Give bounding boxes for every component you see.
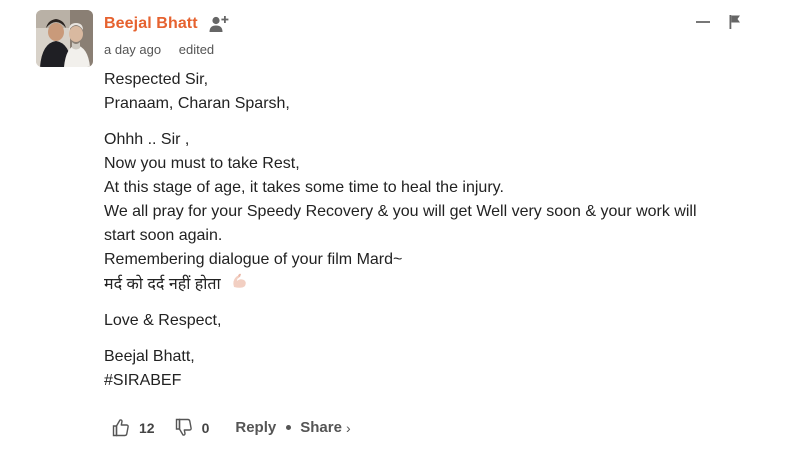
minus-icon[interactable]: [695, 14, 711, 30]
author-name[interactable]: Beejal Bhatt: [104, 15, 198, 33]
body-line: Ohhh .. Sir ,: [104, 131, 190, 148]
avatar[interactable]: [36, 10, 93, 67]
body-line: Beejal Bhatt,: [104, 348, 195, 365]
dislike-button[interactable]: 0: [175, 418, 210, 437]
add-user-icon[interactable]: [209, 15, 229, 33]
share-label: Share: [300, 419, 342, 436]
body-line: start soon again.: [104, 227, 223, 244]
body-line: Respected Sir,: [104, 71, 209, 88]
body-line-hindi: मर्द को दर्द नहीं होता: [104, 272, 744, 297]
body-line: #SIRABEF: [104, 372, 182, 389]
body-line: Now you must to take Rest,: [104, 155, 300, 172]
body-line: Remembering dialogue of your film Mard~: [104, 251, 403, 268]
comment-actions: [695, 14, 741, 30]
like-button[interactable]: 12: [112, 418, 155, 437]
avatar-photo: [36, 10, 93, 67]
thumbs-down-icon: [175, 418, 192, 436]
body-line: At this stage of age, it takes some time…: [104, 179, 504, 196]
comment-body: Respected Sir, Pranaam, Charan Sparsh, O…: [104, 68, 744, 393]
hindi-text: मर्द को दर्द नहीं होता: [104, 276, 221, 293]
separator-dot: [286, 425, 292, 430]
comment: Beejal Bhatt a day ago edited Respected …: [0, 0, 785, 450]
edited-label: edited: [178, 42, 215, 57]
body-line: We all pray for your Speedy Recovery & y…: [104, 203, 697, 220]
comment-meta: a day ago edited: [104, 42, 214, 57]
author-row: Beejal Bhatt: [104, 13, 229, 35]
chevron-right-icon: ›: [345, 419, 351, 436]
body-line: Pranaam, Charan Sparsh,: [104, 95, 290, 112]
like-count: 12: [139, 419, 155, 436]
timestamp[interactable]: a day ago: [104, 42, 161, 57]
thumbs-up-icon: [112, 419, 129, 437]
body-line: Love & Respect,: [104, 312, 222, 329]
flexed-biceps-emoji: [233, 273, 246, 288]
reply-button[interactable]: Reply: [235, 419, 276, 436]
share-button[interactable]: Share ›: [300, 419, 350, 436]
flag-icon[interactable]: [729, 15, 741, 29]
dislike-count: 0: [201, 419, 210, 436]
comment-footer: 12 0 Reply Share ›: [112, 418, 351, 437]
